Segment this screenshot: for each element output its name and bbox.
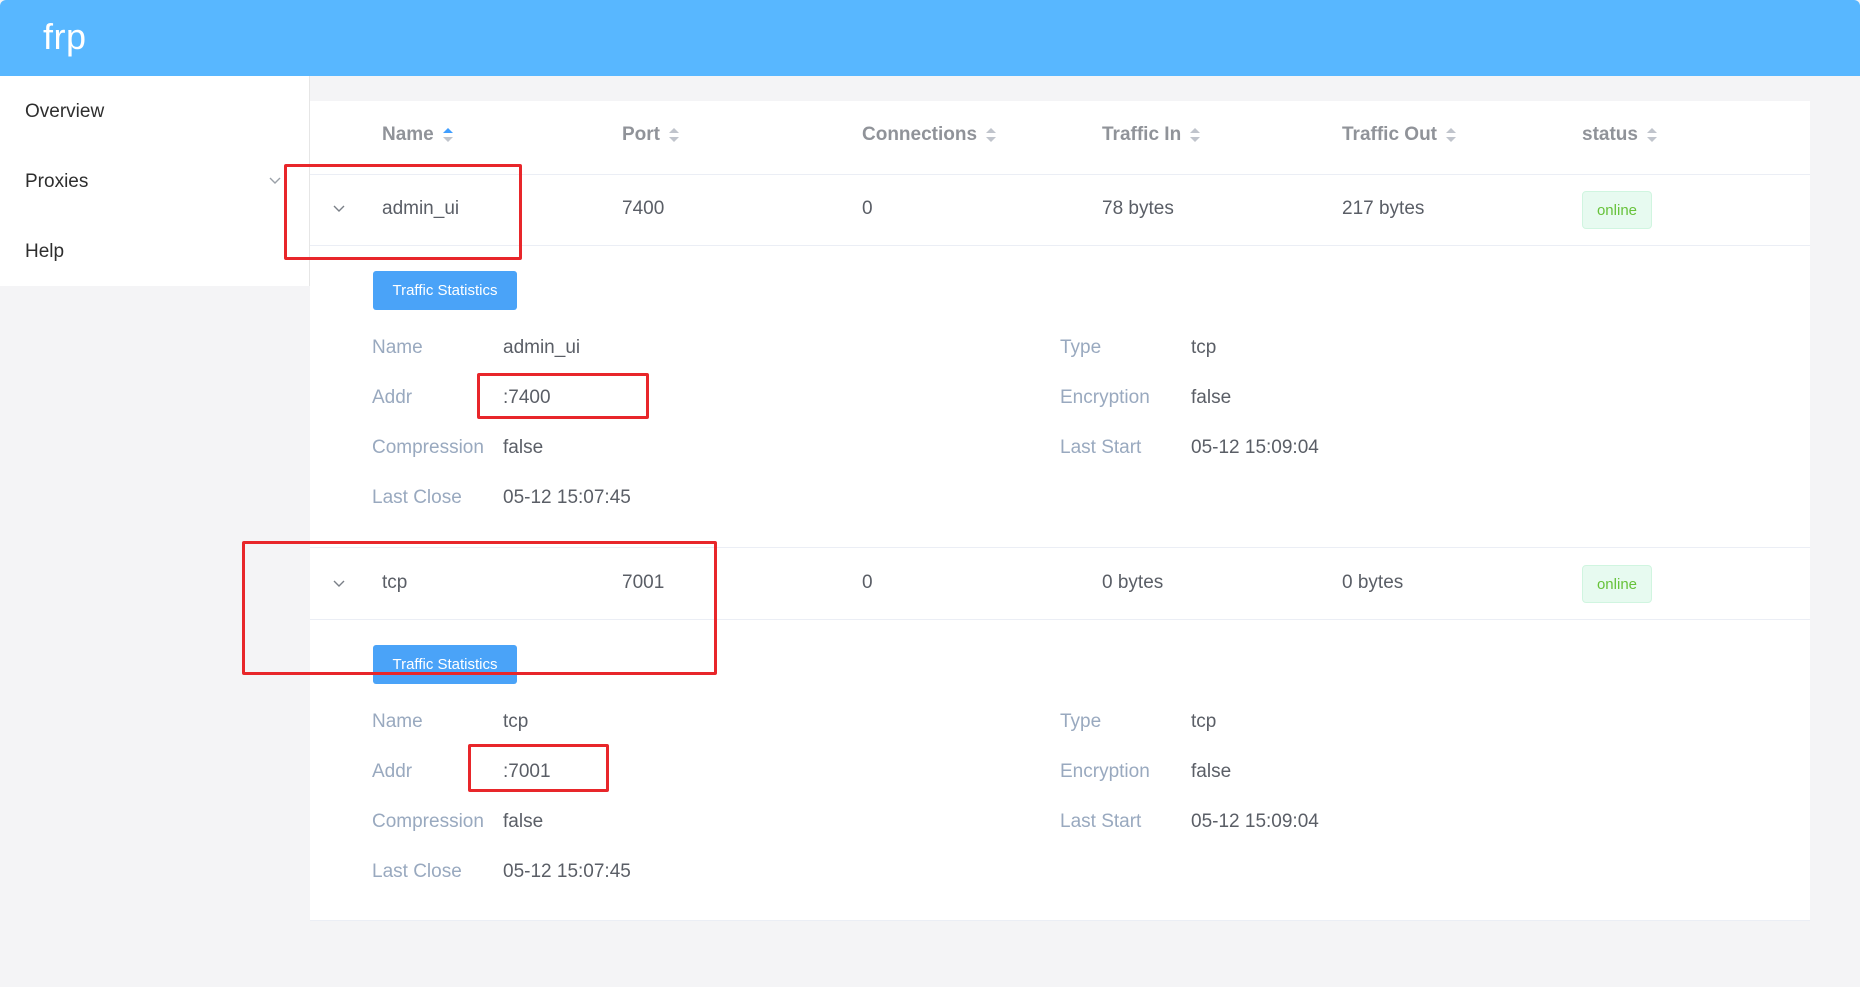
- column-header-name[interactable]: Name: [382, 124, 454, 146]
- sort-icon[interactable]: [1646, 126, 1658, 144]
- detail-label-addr: Addr: [372, 761, 413, 782]
- sort-icon[interactable]: [1189, 126, 1201, 144]
- row-traffic-out: 217 bytes: [1342, 198, 1425, 219]
- row-traffic-in: 0 bytes: [1102, 572, 1164, 593]
- detail-label-name: Name: [372, 337, 423, 358]
- divider: [310, 245, 1810, 246]
- sidebar-item-overview[interactable]: Overview: [25, 101, 104, 123]
- sort-icon[interactable]: [1445, 126, 1457, 144]
- detail-value-encryption: false: [1191, 761, 1232, 782]
- status-badge: online: [1582, 565, 1652, 603]
- column-header-connections[interactable]: Connections: [862, 124, 997, 146]
- status-badge: online: [1582, 191, 1652, 229]
- column-header-traffic-out[interactable]: Traffic Out: [1342, 124, 1457, 146]
- annotation-highlight: [477, 373, 649, 419]
- row-traffic-in: 78 bytes: [1102, 198, 1174, 219]
- chevron-down-icon[interactable]: [268, 174, 282, 188]
- row-connections: 0: [862, 198, 873, 219]
- sidebar-item-proxies[interactable]: Proxies: [25, 171, 88, 193]
- sidebar-item-help[interactable]: Help: [25, 241, 64, 263]
- row-connections: 0: [862, 572, 873, 593]
- detail-label-last-close: Last Close: [372, 861, 462, 882]
- detail-value-encryption: false: [1191, 387, 1232, 408]
- detail-label-compression: Compression: [372, 811, 484, 832]
- divider: [310, 920, 1810, 921]
- divider: [310, 174, 1810, 175]
- sort-asc-active-icon[interactable]: [442, 126, 454, 144]
- detail-value-type: tcp: [1191, 337, 1217, 358]
- detail-label-encryption: Encryption: [1060, 761, 1150, 782]
- detail-label-name: Name: [372, 711, 423, 732]
- detail-value-last-close: 05-12 15:07:45: [503, 487, 631, 508]
- sort-icon[interactable]: [985, 126, 997, 144]
- detail-value-compression: false: [503, 811, 544, 832]
- traffic-statistics-button[interactable]: Traffic Statistics: [373, 271, 517, 310]
- detail-label-encryption: Encryption: [1060, 387, 1150, 408]
- detail-label-type: Type: [1060, 711, 1102, 732]
- detail-value-name: admin_ui: [503, 337, 581, 358]
- detail-label-compression: Compression: [372, 437, 484, 458]
- app-header: frp: [0, 0, 1860, 76]
- detail-label-addr: Addr: [372, 387, 413, 408]
- annotation-highlight: [284, 164, 522, 260]
- detail-label-type: Type: [1060, 337, 1102, 358]
- column-header-port[interactable]: Port: [622, 124, 680, 146]
- column-header-traffic-in[interactable]: Traffic In: [1102, 124, 1201, 146]
- row-traffic-out: 0 bytes: [1342, 572, 1404, 593]
- sort-icon[interactable]: [668, 126, 680, 144]
- detail-value-name: tcp: [503, 711, 529, 732]
- annotation-highlight: [242, 541, 717, 675]
- detail-value-last-close: 05-12 15:07:45: [503, 861, 631, 882]
- detail-value-compression: false: [503, 437, 544, 458]
- column-header-status[interactable]: status: [1582, 124, 1658, 146]
- detail-value-type: tcp: [1191, 711, 1217, 732]
- row-port: 7400: [622, 198, 665, 219]
- detail-label-last-start: Last Start: [1060, 437, 1142, 458]
- detail-value-last-start: 05-12 15:09:04: [1191, 811, 1319, 832]
- detail-value-last-start: 05-12 15:09:04: [1191, 437, 1319, 458]
- app-brand[interactable]: frp: [43, 16, 87, 58]
- annotation-highlight: [468, 744, 609, 792]
- detail-label-last-close: Last Close: [372, 487, 462, 508]
- detail-label-last-start: Last Start: [1060, 811, 1142, 832]
